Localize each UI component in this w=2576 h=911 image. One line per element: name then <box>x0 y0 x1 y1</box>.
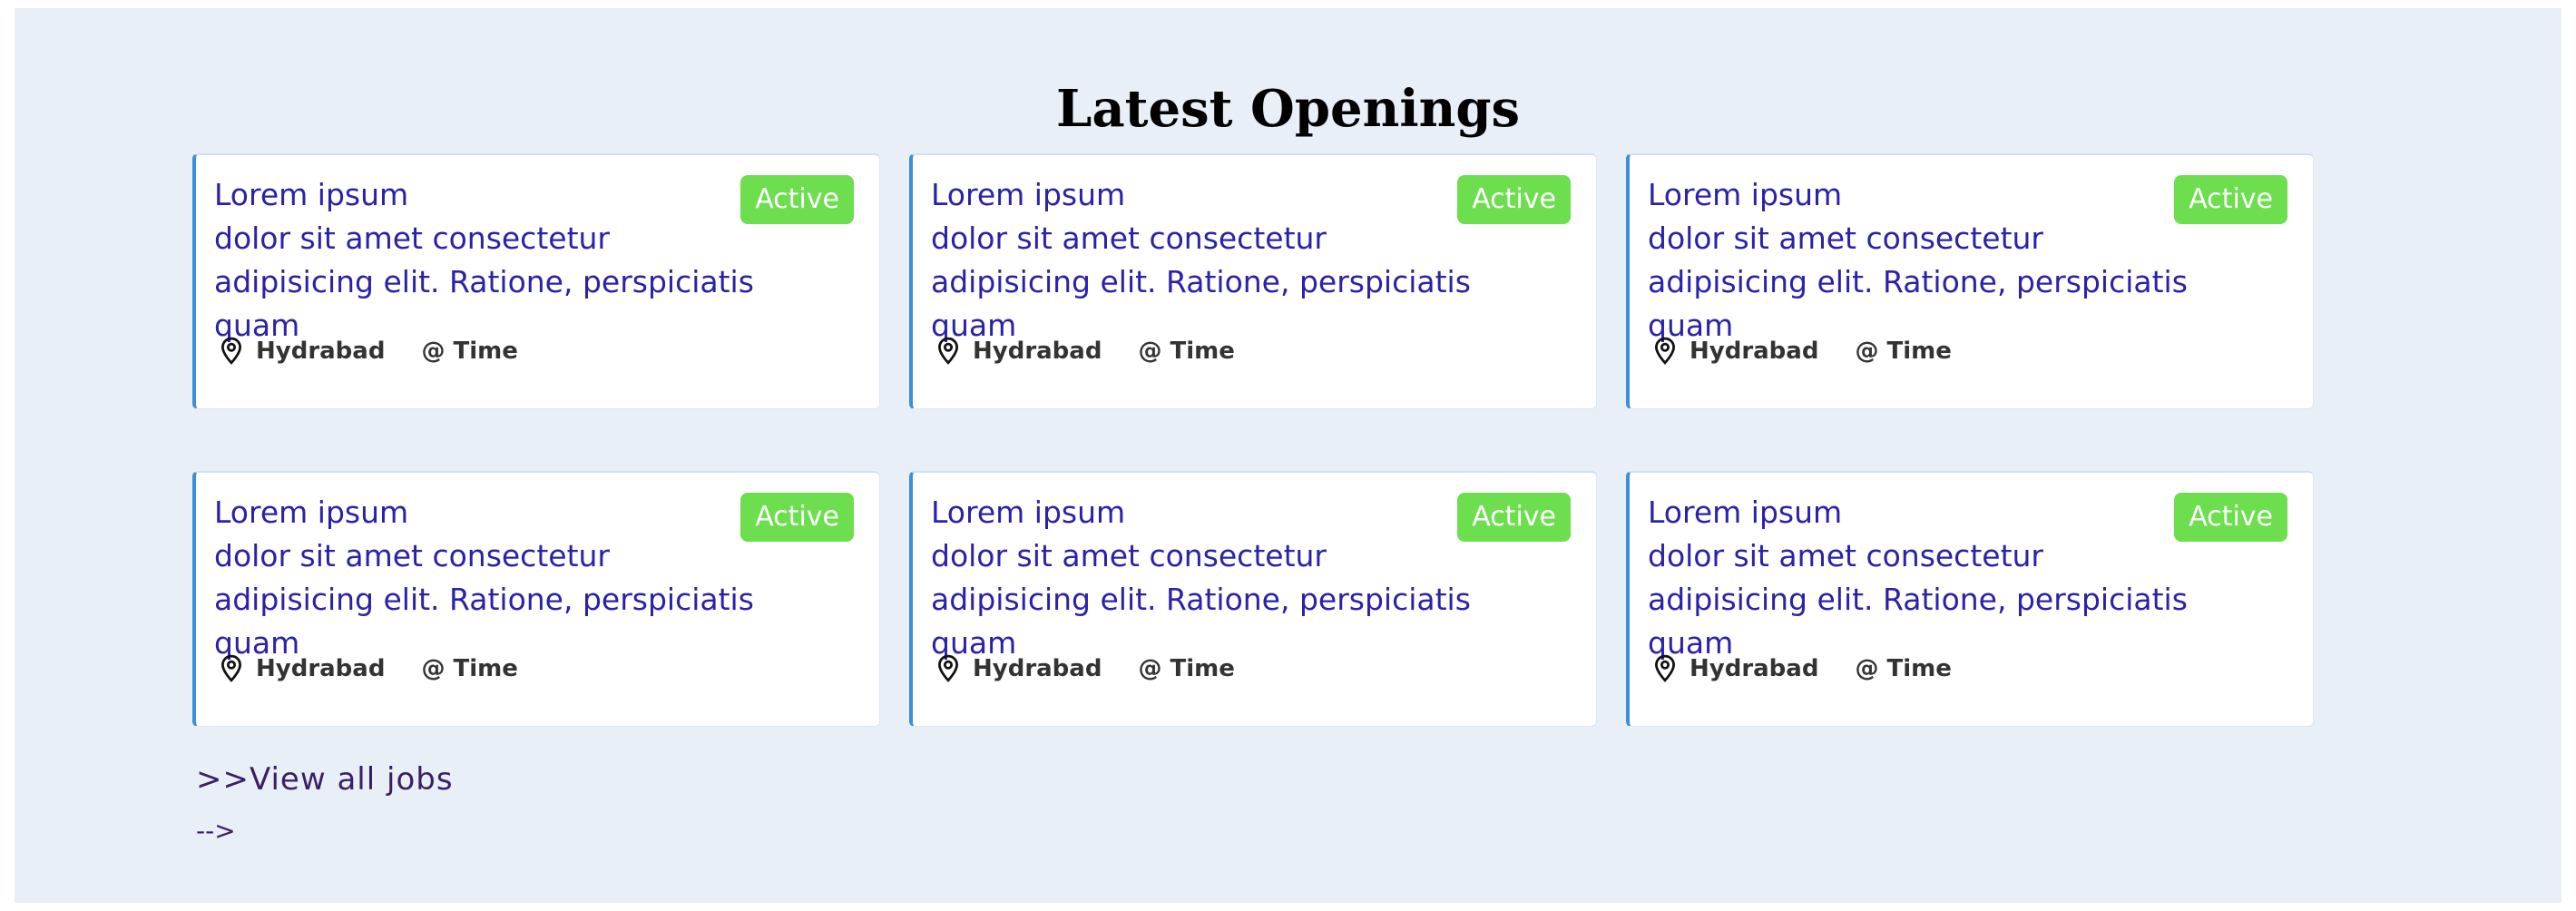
job-meta: Hydrabad @ Time <box>936 337 1235 366</box>
view-all-jobs-link[interactable]: >>View all jobs <box>196 759 454 799</box>
job-card[interactable]: Lorem ipsum dolor sit amet consectetur a… <box>909 471 1597 727</box>
job-title[interactable]: Lorem ipsum dolor sit amet consectetur a… <box>1648 173 2228 348</box>
job-meta: Hydrabad @ Time <box>1653 337 1952 366</box>
job-grid: Lorem ipsum dolor sit amet consectetur a… <box>192 153 2314 727</box>
job-card[interactable]: Lorem ipsum dolor sit amet consectetur a… <box>192 153 880 409</box>
job-title[interactable]: Lorem ipsum dolor sit amet consectetur a… <box>931 173 1512 348</box>
job-meta: Hydrabad @ Time <box>936 654 1235 683</box>
job-time: @ Time <box>1855 338 1952 365</box>
map-pin-icon <box>1655 337 1675 365</box>
job-meta: Hydrabad @ Time <box>1653 654 1952 683</box>
job-location: Hydrabad <box>973 338 1102 365</box>
job-location: Hydrabad <box>1690 338 1819 365</box>
map-pin-icon <box>1655 654 1675 682</box>
status-badge: Active <box>1457 175 1571 224</box>
job-time: @ Time <box>1855 655 1952 682</box>
map-pin-icon <box>221 337 241 365</box>
job-meta: Hydrabad @ Time <box>220 654 518 683</box>
latest-openings-section: Latest Openings Lorem ipsum dolor sit am… <box>15 8 2561 903</box>
job-card[interactable]: Lorem ipsum dolor sit amet consectetur a… <box>1626 471 2314 727</box>
stray-comment-text: --> <box>196 816 236 846</box>
job-location: Hydrabad <box>1690 655 1819 682</box>
job-time: @ Time <box>421 338 518 365</box>
job-title[interactable]: Lorem ipsum dolor sit amet consectetur a… <box>214 491 795 665</box>
job-location: Hydrabad <box>256 338 386 365</box>
job-location: Hydrabad <box>973 655 1102 682</box>
job-meta: Hydrabad @ Time <box>220 337 518 366</box>
status-badge: Active <box>740 175 854 224</box>
job-card[interactable]: Lorem ipsum dolor sit amet consectetur a… <box>909 153 1597 409</box>
job-location: Hydrabad <box>256 655 386 682</box>
section-title: Latest Openings <box>1056 79 1520 139</box>
map-pin-icon <box>938 337 958 365</box>
map-pin-icon <box>938 654 958 682</box>
status-badge: Active <box>2174 175 2287 224</box>
status-badge: Active <box>1457 493 1571 542</box>
job-title[interactable]: Lorem ipsum dolor sit amet consectetur a… <box>931 491 1512 665</box>
job-time: @ Time <box>1138 338 1235 365</box>
map-pin-icon <box>221 654 241 682</box>
job-time: @ Time <box>421 655 518 682</box>
status-badge: Active <box>2174 493 2287 542</box>
status-badge: Active <box>740 493 854 542</box>
job-title[interactable]: Lorem ipsum dolor sit amet consectetur a… <box>1648 491 2228 665</box>
job-card[interactable]: Lorem ipsum dolor sit amet consectetur a… <box>192 471 880 727</box>
job-title[interactable]: Lorem ipsum dolor sit amet consectetur a… <box>214 173 795 348</box>
job-card[interactable]: Lorem ipsum dolor sit amet consectetur a… <box>1626 153 2314 409</box>
job-time: @ Time <box>1138 655 1235 682</box>
